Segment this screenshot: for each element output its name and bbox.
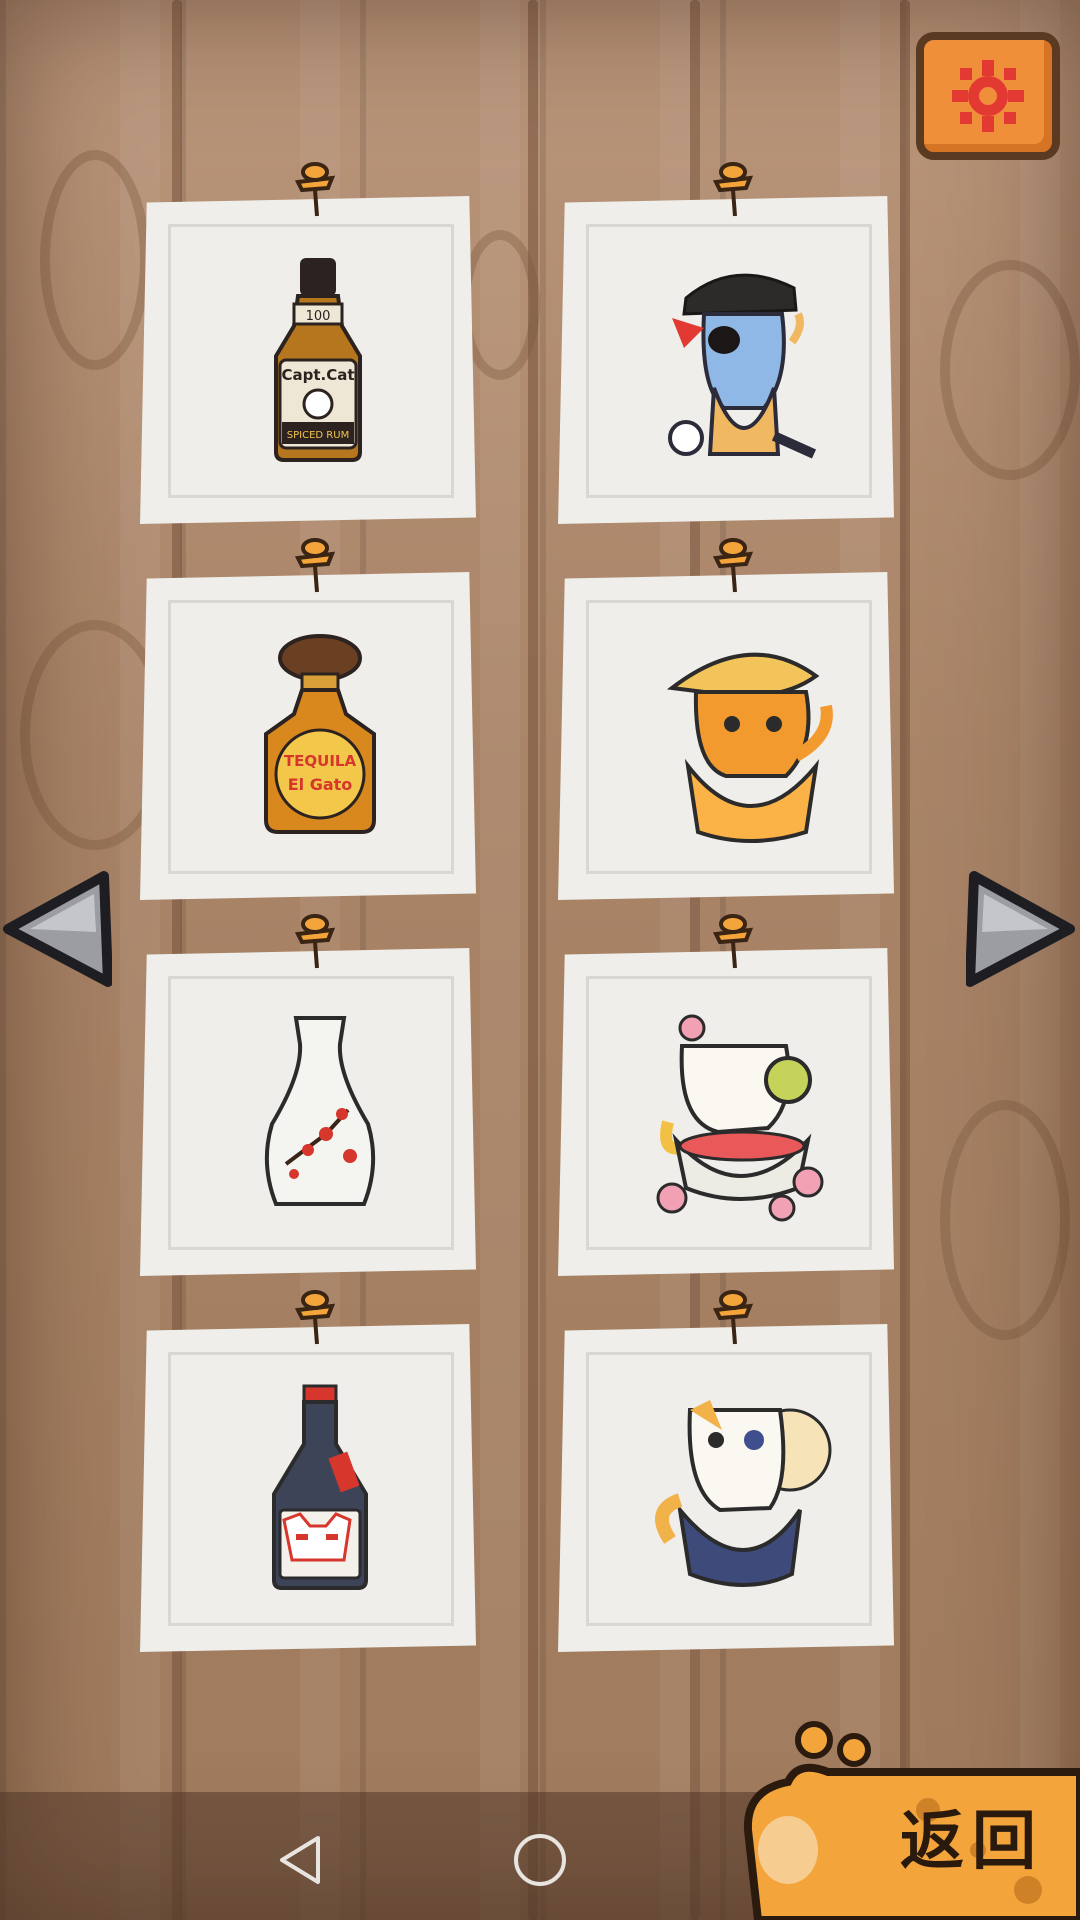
pushpin-icon: [294, 162, 336, 217]
blossom-cat-in-bowl: [648, 1012, 832, 1224]
captain-cat-rum-bottle: 100 Capt.Cat SPICED RUM: [268, 256, 368, 462]
bottle-label-subtitle: SPICED RUM: [287, 430, 349, 441]
gear-icon: [952, 60, 1024, 132]
nav-back-icon[interactable]: [270, 1830, 330, 1890]
tequila-el-gato-bottle: TEQUILA El Gato: [252, 634, 388, 836]
previous-page-button[interactable]: [0, 870, 112, 988]
settings-button[interactable]: [916, 32, 1060, 160]
back-button-label[interactable]: 返回: [900, 1790, 1044, 1882]
calico-cat-in-cup: [650, 1390, 842, 1598]
pushpin-icon: [294, 1290, 336, 1345]
wood-knot: [940, 260, 1080, 480]
pirate-cat-in-glass: [664, 258, 824, 468]
pushpin-icon: [712, 914, 754, 969]
kitsune-mask-sake-bottle: [264, 1384, 376, 1592]
bottle-label-title: Capt.Cat: [281, 366, 354, 384]
pushpin-icon: [712, 538, 754, 593]
wood-knot: [40, 150, 150, 370]
pushpin-icon: [294, 538, 336, 593]
wood-knot: [940, 1100, 1070, 1340]
tequila-label-subtitle: El Gato: [288, 775, 353, 794]
pushpin-icon: [712, 162, 754, 217]
pushpin-icon: [294, 914, 336, 969]
pushpin-icon: [712, 1290, 754, 1345]
plank-line: [900, 0, 910, 1920]
bottle-badge: 100: [306, 309, 331, 324]
nav-home-icon[interactable]: [510, 1830, 570, 1890]
sombrero-cat-in-cup: [666, 636, 834, 846]
sake-vase-plum-blossom: [256, 1014, 384, 1212]
next-page-button[interactable]: [966, 870, 1078, 988]
tequila-label-title: TEQUILA: [284, 752, 357, 770]
